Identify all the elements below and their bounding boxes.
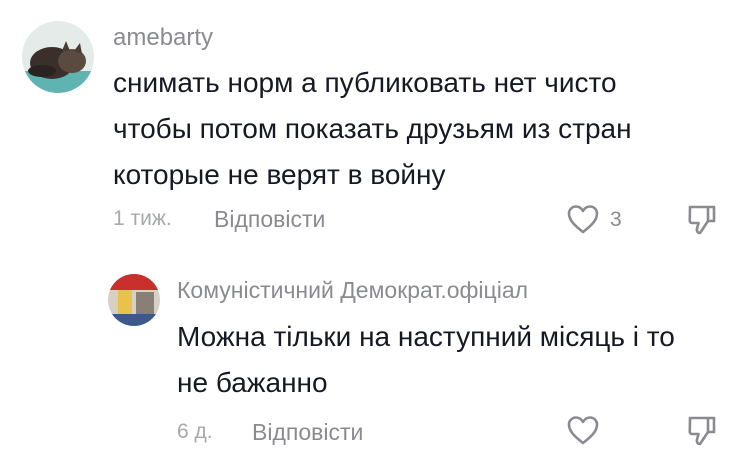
heart-outline-icon [567,205,599,234]
comment-text-line: которые не верят в войну [113,159,446,190]
like-button[interactable] [566,203,600,235]
thumbs-down-outline-icon [688,416,716,446]
comment-text-line: не бажанно [177,367,328,398]
thumbs-down-outline-icon [688,205,716,235]
comment-text: Можна тільки на наступний місяць і то не… [177,314,675,406]
comment-text-line: снимать норм а публиковать нет чисто [113,67,617,98]
reply-comment: Комуністичний Демократ.офіціал Можна тіл… [0,250,750,468]
reply-button[interactable]: Відповісти [214,206,325,233]
reply-button[interactable]: Відповісти [252,419,363,446]
comment-text: снимать норм а публиковать нет чисто что… [113,60,632,198]
flag-avatar-image [108,274,160,326]
comment-text-line: чтобы потом показать друзьям из стран [113,113,632,144]
like-count: 3 [610,208,622,231]
comment-username[interactable]: amebarty [113,24,213,52]
comment-username[interactable]: Комуністичний Демократ.офіціал [177,277,528,304]
comment-timestamp: 6 д. [177,420,213,443]
dislike-button[interactable] [686,203,718,237]
like-button[interactable] [566,414,600,446]
comment-text-line: Можна тільки на наступний місяць і то [177,321,675,352]
cat-avatar-image [22,21,94,93]
heart-outline-icon [567,416,599,445]
comment-timestamp: 1 тиж. [113,207,172,230]
avatar[interactable] [108,274,160,326]
comment: amebarty снимать норм а публиковать нет … [0,0,750,250]
avatar[interactable] [22,21,94,93]
dislike-button[interactable] [686,414,718,448]
